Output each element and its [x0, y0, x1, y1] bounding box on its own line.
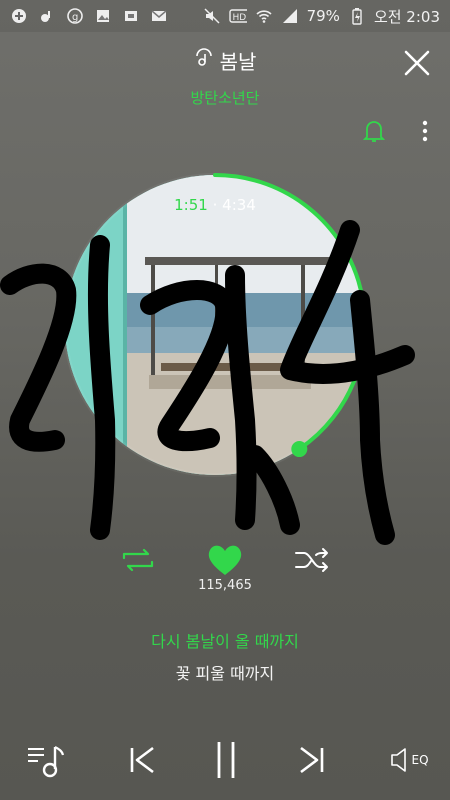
playback-time: 1:51 · 4:34	[60, 196, 370, 214]
eq-label: EQ	[411, 753, 429, 767]
system-icons: HD 79% 오전 2:03	[203, 6, 440, 27]
artist-name[interactable]: 방탄소년단	[0, 87, 450, 108]
lyric-next-line[interactable]: 꽃 피울 때까지	[0, 660, 450, 684]
close-icon	[404, 50, 430, 76]
shuffle-button[interactable]	[294, 546, 330, 574]
total-time: 4:34	[222, 196, 256, 214]
signal-icon	[281, 7, 299, 25]
status-bar: g HD 79% 오전 2:03	[0, 0, 450, 32]
notification-icons: g	[10, 7, 168, 25]
secondary-controls	[0, 540, 450, 580]
progress-knob[interactable]	[291, 441, 308, 458]
music-note-icon	[38, 7, 56, 25]
time-separator: ·	[212, 196, 218, 214]
svg-text:g: g	[72, 12, 78, 23]
app-icon	[122, 7, 140, 25]
playlist-icon	[28, 746, 65, 778]
more-options-button[interactable]	[420, 118, 430, 144]
hd-icon: HD	[228, 7, 247, 25]
more-vertical-icon	[422, 120, 428, 142]
progress-ring[interactable]	[60, 170, 370, 480]
svg-text:HD: HD	[232, 13, 246, 23]
wifi-icon	[255, 7, 273, 25]
transport-bar: EQ	[0, 734, 450, 784]
repeat-icon	[122, 548, 154, 572]
song-title: 봄날	[219, 50, 257, 74]
gallery-icon	[94, 7, 112, 25]
next-button[interactable]	[296, 740, 328, 780]
title-row: 봄날	[0, 46, 450, 75]
playlist-button[interactable]	[24, 740, 66, 780]
notification-button[interactable]	[362, 118, 386, 144]
lyric-current-line[interactable]: 다시 봄날이 올 때까지	[0, 628, 450, 652]
mute-icon	[203, 7, 221, 25]
gmail-icon	[150, 7, 168, 25]
skip-previous-icon	[130, 746, 154, 774]
song-header: 봄날 방탄소년단	[0, 46, 450, 108]
skip-next-icon	[300, 746, 324, 774]
album-art-player[interactable]: 1:51 · 4:34	[60, 170, 370, 480]
bell-icon	[362, 121, 386, 142]
previous-button[interactable]	[126, 740, 158, 780]
shuffle-icon	[295, 548, 328, 572]
progress-arc	[213, 173, 367, 452]
repeat-button[interactable]	[120, 546, 156, 574]
speaker-icon	[391, 748, 407, 772]
clock: 오전 2:03	[373, 7, 440, 26]
current-time: 1:51	[174, 196, 208, 214]
heart-icon	[208, 545, 242, 575]
close-button[interactable]	[402, 48, 432, 78]
battery-charging-icon	[348, 7, 366, 25]
like-count: 115,465	[198, 578, 252, 593]
like-button[interactable]	[205, 542, 245, 578]
battery-percent: 79%	[306, 7, 340, 25]
g-app-icon: g	[66, 7, 84, 25]
equalizer-button[interactable]: EQ	[386, 740, 432, 780]
pause-icon	[217, 742, 235, 778]
add-icon	[10, 7, 28, 25]
music-tag-icon	[194, 48, 214, 73]
pause-button[interactable]	[212, 740, 240, 780]
